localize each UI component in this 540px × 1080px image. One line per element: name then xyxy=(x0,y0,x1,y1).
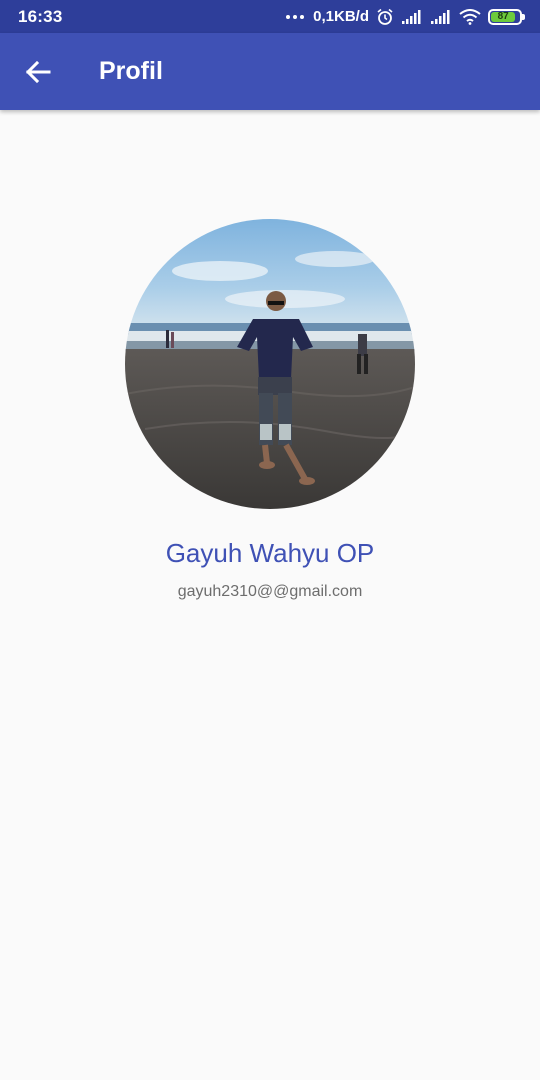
battery-level: 87 xyxy=(491,11,516,22)
more-notifications-icon xyxy=(286,14,305,19)
signal-icon xyxy=(402,9,421,24)
avatar xyxy=(125,219,415,509)
page-title: Profil xyxy=(99,57,163,85)
profile-email: gayuh2310@@gmail.com xyxy=(177,583,363,600)
wifi-icon xyxy=(459,8,481,25)
battery-icon: 87 xyxy=(488,8,525,25)
status-bar: 16:33 0,1KB/d 87 xyxy=(0,0,540,33)
profile-photo xyxy=(125,219,415,509)
app-bar: Profil xyxy=(0,33,540,110)
network-speed: 0,1KB/d xyxy=(313,8,369,25)
arrow-left-icon xyxy=(25,60,51,83)
back-button[interactable] xyxy=(0,33,76,110)
status-time: 16:33 xyxy=(18,6,63,26)
signal-icon xyxy=(431,9,450,24)
alarm-icon xyxy=(377,8,393,25)
profile-name: Gayuh Wahyu OP xyxy=(165,538,375,568)
status-icons: 0,1KB/d 87 xyxy=(286,8,525,26)
